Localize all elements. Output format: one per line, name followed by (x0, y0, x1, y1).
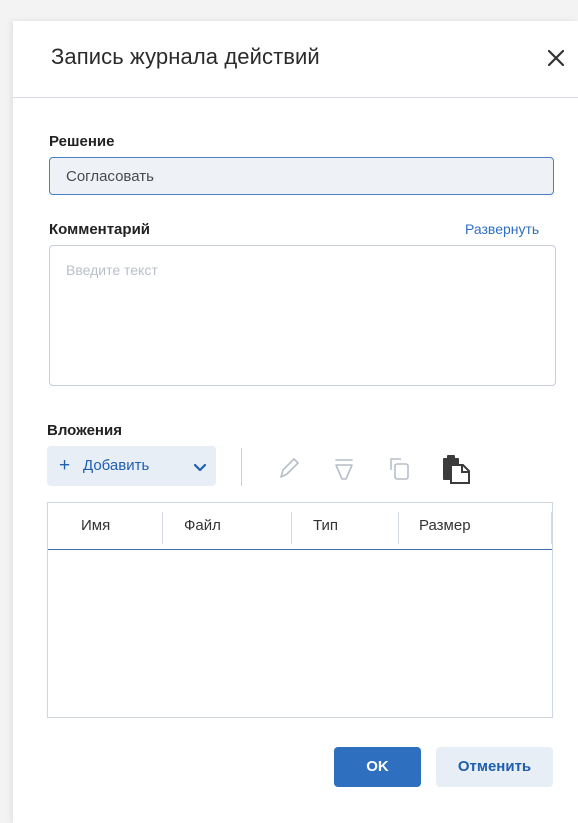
decision-value: Согласовать (66, 168, 154, 185)
comment-input[interactable] (49, 245, 556, 386)
cancel-button[interactable]: Отменить (436, 747, 553, 787)
edit-icon[interactable] (276, 454, 302, 482)
comment-label: Комментарий (49, 221, 151, 238)
copy-icon[interactable] (386, 454, 412, 482)
add-attachment-button[interactable]: + Добавить (47, 446, 216, 486)
delete-icon[interactable] (331, 454, 357, 482)
close-icon[interactable] (544, 46, 568, 70)
column-header-name[interactable]: Имя (81, 517, 110, 534)
table-header: Имя Файл Тип Размер (48, 503, 552, 550)
plus-icon: + (59, 455, 71, 476)
attachments-label: Вложения (47, 422, 122, 439)
toolbar-separator (241, 448, 242, 486)
column-divider[interactable] (162, 512, 163, 544)
action-log-dialog: Запись журнала действий Решение Согласов… (13, 21, 578, 823)
column-divider[interactable] (398, 512, 399, 544)
dialog-header: Запись журнала действий (13, 21, 578, 98)
column-header-type[interactable]: Тип (313, 517, 338, 534)
column-header-size[interactable]: Размер (419, 517, 471, 534)
paste-icon[interactable] (441, 454, 470, 484)
column-divider[interactable] (291, 512, 292, 544)
chevron-down-icon (193, 460, 207, 478)
dialog-title: Запись журнала действий (51, 44, 320, 69)
decision-field[interactable]: Согласовать (49, 157, 554, 195)
expand-link[interactable]: Развернуть (465, 221, 539, 237)
ok-button[interactable]: OK (334, 747, 421, 787)
add-button-label: Добавить (83, 457, 150, 474)
column-header-file[interactable]: Файл (184, 517, 221, 534)
attachments-table: Имя Файл Тип Размер (47, 502, 553, 718)
decision-label: Решение (49, 133, 115, 150)
column-divider[interactable] (551, 512, 552, 544)
